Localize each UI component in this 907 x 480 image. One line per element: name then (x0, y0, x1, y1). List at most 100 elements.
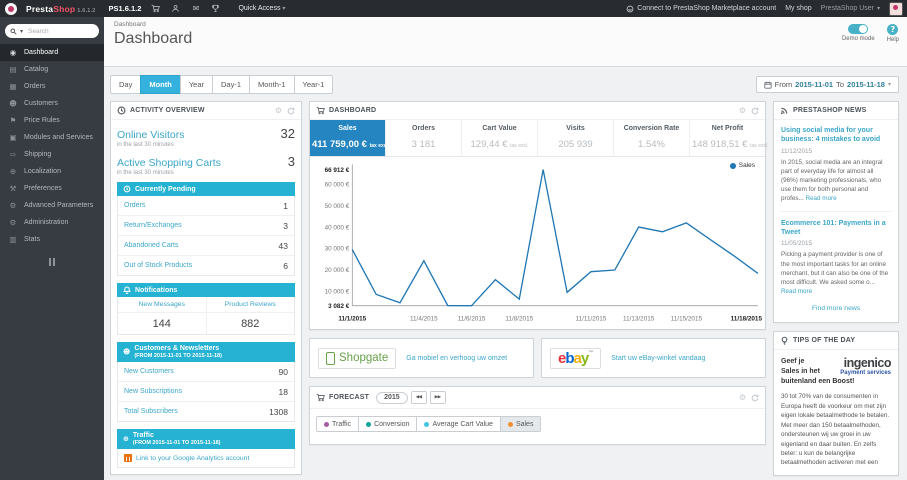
forecast-next-button[interactable]: ▶▶ (429, 391, 446, 404)
section-subtitle: (FROM 2015-11-01 TO 2015-11-18) (134, 353, 222, 359)
range-day-1-button[interactable]: Day-1 (212, 75, 251, 94)
total-subscribers-row[interactable]: Total Subscribers 1308 (118, 402, 294, 421)
shopgate-link[interactable]: Ga mobiel en verhoog uw omzet (406, 355, 507, 362)
toggle-label: Average Cart Value (432, 420, 493, 428)
find-more-news-link[interactable]: Find more news (781, 305, 891, 312)
chart-legend[interactable]: Sales (729, 162, 755, 169)
news-item-title-link[interactable]: Ecommerce 101: Payments in a Tweet (781, 219, 891, 238)
trophy-icon[interactable] (210, 3, 221, 14)
new-messages-link[interactable]: New Messages (118, 297, 206, 313)
sidebar-collapse-button[interactable] (0, 258, 104, 266)
shopgate-banner[interactable]: Shopgate Ga mobiel en verhoog uw omzet (309, 338, 534, 378)
sidebar-item-localization[interactable]: ⊕ Localization (0, 163, 104, 180)
row-label: Abandoned Carts (124, 242, 179, 249)
demo-mode-control[interactable]: Demo mode (842, 24, 875, 43)
sidebar-item-label: Advanced Parameters (24, 202, 94, 209)
marketplace-link[interactable]: Connect to PrestaShop Marketplace accoun… (626, 5, 776, 13)
from-label: From (774, 80, 793, 89)
sidebar-item-dashboard[interactable]: ◉ Dashboard (0, 44, 104, 61)
online-visitors-link[interactable]: Online Visitors (117, 129, 185, 141)
help-control[interactable]: ? Help (887, 24, 899, 43)
forecast-year-selector[interactable]: 2015 (376, 391, 408, 404)
sidebar-item-shipping[interactable]: ⇨ Shipping (0, 146, 104, 163)
range-day-button[interactable]: Day (110, 75, 142, 94)
ebay-banner[interactable]: ebay™ Start uw eBay-winkel vandaag (541, 338, 766, 378)
kpi-net-profit[interactable]: Net Profit 148 918,51 € tax excl. (690, 120, 768, 156)
traffic-header: ⊕ Traffic (FROM 2015-11-01 TO 2015-11-18) (117, 429, 295, 449)
user-avatar[interactable] (889, 1, 903, 16)
sidebar-item-preferences[interactable]: ⚒ Preferences (0, 180, 104, 197)
google-analytics-link[interactable]: Link to your Google Analytics account (117, 449, 295, 468)
forecast-prev-button[interactable]: ◀◀ (410, 391, 427, 404)
active-carts-link[interactable]: Active Shopping Carts (117, 157, 221, 169)
range-month-button[interactable]: Month (140, 75, 181, 94)
trademark-symbol: ™ (588, 349, 594, 356)
help-label: Help (886, 37, 899, 43)
sidebar-item-price-rules[interactable]: ⚑ Price Rules (0, 112, 104, 129)
kpi-orders[interactable]: Orders 3 181 (386, 120, 462, 156)
date-range-picker-button[interactable]: From 2015-11-01 To 2015-11-18 ▾ (755, 76, 899, 93)
currently-pending-header: Currently Pending (117, 182, 295, 196)
range-year-1-button[interactable]: Year-1 (293, 75, 334, 94)
read-more-link[interactable]: Read more (806, 195, 837, 202)
news-item-title-link[interactable]: Using social media for your business: 4 … (781, 126, 891, 145)
range-year-button[interactable]: Year (179, 75, 213, 94)
cart-icon[interactable] (150, 3, 161, 14)
customer-icon[interactable] (170, 3, 181, 14)
new-customers-row[interactable]: New Customers 90 (118, 362, 294, 382)
demo-mode-toggle[interactable] (848, 24, 869, 34)
toggle-average-cart-value[interactable]: Average Cart Value (416, 416, 501, 432)
user-name-label: PrestaShop User (820, 5, 874, 12)
sidebar-item-orders[interactable]: ▦ Orders (0, 78, 104, 95)
read-more-link[interactable]: Read more (781, 288, 812, 295)
kpi-sales[interactable]: Sales 411 759,00 € tax excl. (310, 120, 389, 156)
section-title: Traffic (132, 432, 154, 439)
globe-icon: ⊕ (123, 435, 129, 443)
breadcrumb[interactable]: Dashboard (114, 21, 897, 28)
section-title: Notifications (135, 286, 178, 294)
sales-line-chart[interactable]: 3 082 € 10 000 € 20 000 € 30 000 € 40 000 € 5… (310, 159, 763, 327)
pending-returns-row[interactable]: Return/Exchanges 3 (118, 216, 294, 236)
out-of-stock-row[interactable]: Out of Stock Products 6 (118, 256, 294, 275)
search-input[interactable] (26, 26, 94, 36)
quick-access-menu[interactable]: Quick Access ▾ (238, 5, 285, 12)
average-cart-value-dot-icon (424, 421, 430, 427)
kpi-cart-value[interactable]: Cart Value 129,44 € tax excl. (462, 120, 538, 156)
sidebar-item-stats[interactable]: ▥ Stats (0, 231, 104, 248)
panel-refresh-icon[interactable] (751, 107, 759, 115)
from-date-value: 2015-11-01 (795, 80, 834, 89)
google-analytics-icon (124, 454, 132, 462)
ebay-link[interactable]: Start uw eBay-winkel vandaag (611, 355, 705, 362)
toggle-sales[interactable]: Sales (499, 416, 542, 432)
pending-orders-row[interactable]: Orders 1 (118, 196, 294, 216)
toggle-traffic[interactable]: Traffic (316, 416, 360, 432)
panel-settings-icon[interactable]: ⚙ (739, 393, 746, 402)
toggle-conversion[interactable]: Conversion (358, 416, 418, 432)
panel-settings-icon[interactable]: ⚙ (275, 106, 282, 115)
sidebar-item-advanced-parameters[interactable]: ⚙ Advanced Parameters (0, 197, 104, 214)
help-icon[interactable]: ? (887, 24, 899, 35)
panel-settings-icon[interactable]: ⚙ (739, 106, 746, 115)
dashboard-icon: ◉ (9, 48, 17, 57)
panel-refresh-icon[interactable] (287, 107, 295, 115)
messages-icon[interactable]: ✉ (190, 3, 201, 14)
brand-shop: Shop (53, 3, 76, 14)
svg-text:11/1/2015: 11/1/2015 (338, 315, 366, 322)
abandoned-carts-row[interactable]: Abandoned Carts 43 (118, 236, 294, 256)
panel-refresh-icon[interactable] (751, 394, 759, 402)
sidebar-item-catalog[interactable]: ▤ Catalog (0, 61, 104, 78)
sidebar-search[interactable]: ▾ (5, 24, 99, 38)
kpi-conversion-rate[interactable]: Conversion Rate 1.54% (614, 120, 690, 156)
kpi-visits[interactable]: Visits 205 939 (538, 120, 614, 156)
my-shop-link[interactable]: My shop (785, 5, 811, 12)
user-menu[interactable]: PrestaShop User ▾ (821, 5, 880, 12)
sidebar-item-administration[interactable]: ⚙ Administration (0, 214, 104, 231)
row-label: Total Subscribers (124, 408, 178, 415)
legend-dot-icon (729, 162, 736, 169)
new-subscriptions-row[interactable]: New Subscriptions 18 (118, 382, 294, 402)
range-month-1-button[interactable]: Month-1 (249, 75, 295, 94)
product-reviews-link[interactable]: Product Reviews (206, 297, 294, 313)
sidebar-item-modules[interactable]: ▣ Modules and Services (0, 129, 104, 146)
sidebar-item-customers[interactable]: ☻ Customers (0, 95, 104, 112)
search-scope-caret-icon[interactable]: ▾ (20, 28, 23, 35)
